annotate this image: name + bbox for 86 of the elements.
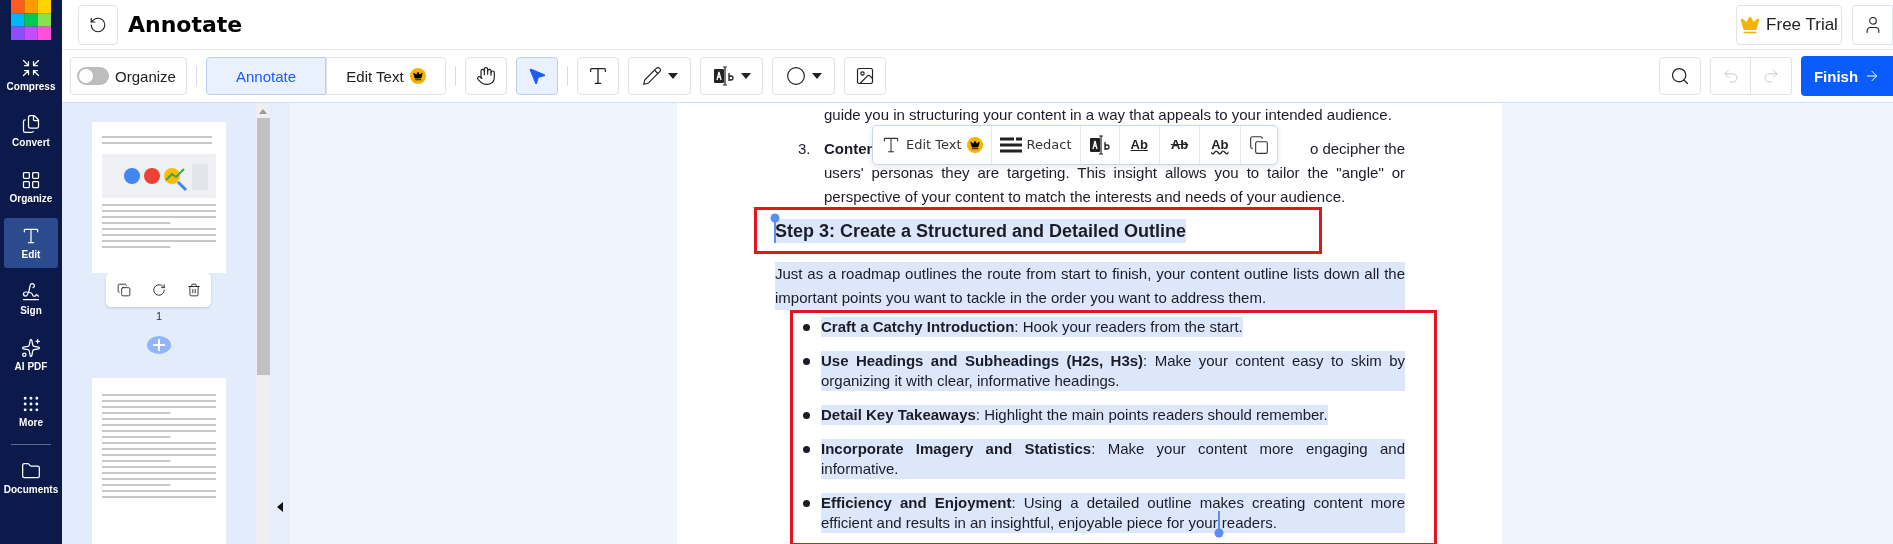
page-number: 1 [155,310,163,322]
pencil-icon [641,66,662,86]
sidebar-item[interactable]: AI PDF [4,330,58,380]
highlight-frame[interactable] [790,310,1437,544]
ocr-icon [712,66,735,86]
strike-button[interactable]: Ab [1159,126,1201,164]
caret-icon [667,73,678,79]
rotate-icon[interactable] [151,283,166,297]
redo-icon [1762,67,1780,85]
caret-icon [740,73,751,79]
sidebar-item[interactable]: Convert [4,106,58,156]
text-line: guide you in structuring your content in a way that appeals to your intended audience. [824,105,1393,125]
shape-tool[interactable] [772,57,835,95]
pencil-tool[interactable] [628,57,691,95]
collapse-arrow-icon[interactable] [277,502,283,512]
text-icon [881,135,901,155]
back-button[interactable] [78,4,118,45]
finish-button[interactable]: Finish [1801,56,1893,96]
page-title: Annotate [128,12,244,37]
redact-button[interactable]: Redact [991,126,1081,164]
sidebar-item[interactable]: Compress [4,50,58,100]
pointer-icon [527,66,547,86]
folder-icon [21,461,41,481]
sidebar-item[interactable]: Organize [4,162,58,212]
copy-icon [1248,135,1269,155]
circle-icon [785,66,806,86]
text-tool[interactable] [577,57,619,95]
list-item-text: Efficiency and Enjoyment: Using a detailed outline makes creating content more efficient and results in an insightful, enjoyable piece for your readers. [821,493,1405,533]
mode-tab[interactable]: Edit Text [326,57,446,95]
list-item-text: Use Headings and Subheadings (H2s, H3s): Make your content easy to skim by organizing it with clear, informative headings. [821,351,1405,391]
text-icon [21,226,41,246]
dots-grid-icon [21,394,41,414]
free-trial-button[interactable]: Free Trial [1736,4,1842,45]
text-fragment: o decipher the [1309,139,1405,159]
edit-text-button[interactable]: Edit Text [873,126,992,164]
image-tool[interactable] [844,57,886,95]
rotate-icon [89,15,107,34]
undo-icon [1721,67,1740,85]
bullet-icon [803,446,810,453]
mode-tab[interactable]: Annotate [206,57,326,95]
pointer-tool[interactable] [516,57,558,95]
highlight-frame[interactable]: Step 3: Create a Structured and Detailed Outline [754,207,1322,254]
copy-icon[interactable] [116,283,131,297]
crown-badge [966,137,983,153]
logo-icon [11,0,51,40]
ocr-icon [1088,135,1111,155]
account-button[interactable] [1852,4,1893,45]
scrollbar[interactable] [256,103,270,544]
bullet-icon [803,324,810,331]
sidebar-item[interactable]: Edit [4,218,58,268]
list-number: 3. [797,139,812,159]
signature-icon [21,282,41,302]
underline-button[interactable]: Ab [1119,126,1160,164]
image-icon [855,66,875,86]
sidebar-item[interactable]: Documents [4,453,58,503]
organize-toggle[interactable]: Organize [70,57,187,95]
bullet-icon [803,412,810,419]
crown-badge [409,68,426,84]
ocr-tool[interactable] [700,57,763,95]
hand-tool[interactable] [465,57,507,95]
paragraph: Just as a roadmap outlines the route from start to finish, your content outline lists down all the important points you want to tackle in the order you want to address them. [775,262,1405,310]
search-icon [1670,66,1690,86]
list-item-text: Incorporate Imagery and Statistics: Make your content more engaging and informative. [821,439,1405,479]
sparkles-icon [21,338,41,358]
bullet-icon [803,500,810,507]
crown-icon [1740,14,1761,35]
list-item-text: Craft a Catchy Introduction: Hook your readers from the start. [821,317,1243,337]
hand-icon [476,66,496,86]
scroll-thumb[interactable] [256,118,270,375]
redact-icon [999,137,1022,153]
text-icon [587,65,609,87]
search-button[interactable] [1659,57,1701,95]
sidebar-item[interactable]: Sign [4,274,58,324]
page-thumbnail[interactable] [92,122,226,273]
list-item-text: Detail Key Takeaways: Highlight the main points readers should remember. [821,405,1328,425]
files-icon [21,114,41,134]
grid-icon [21,170,41,190]
page-thumbnail[interactable] [92,378,226,544]
squiggly-button[interactable]: Ab [1200,126,1241,164]
section-heading: Step 3: Create a Structured and Detailed Outline [775,218,1187,243]
shrink-icon [21,58,41,78]
trash-icon[interactable] [186,283,201,297]
sidebar-item[interactable]: More [4,386,58,436]
paragraph: users' personas they are targeting. This insight allows you to tailor the "angle" or perspective of your content to match the interests and needs of your audience. [824,163,1405,207]
caret-icon [811,73,822,79]
bullet-icon [803,358,810,365]
